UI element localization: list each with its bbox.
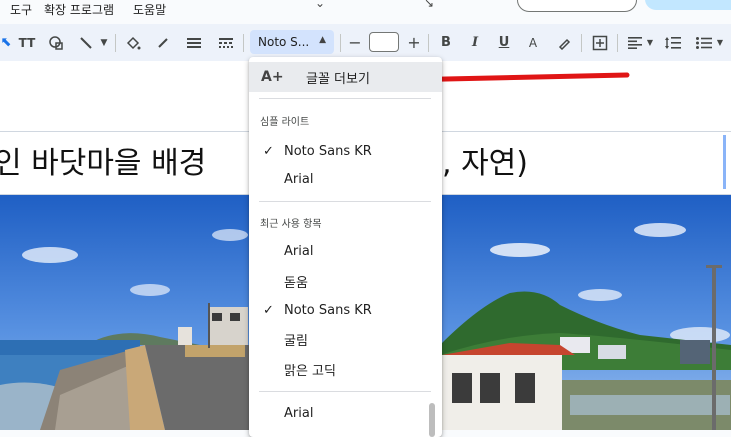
font-item-label: 돋움 <box>284 275 308 291</box>
title-text-right: , 자연) <box>442 146 528 181</box>
font-item-label: Arial <box>284 243 314 259</box>
select-tool-icon[interactable]: ⬉ <box>0 24 12 61</box>
check-icon: ✓ <box>263 302 274 318</box>
font-item-label: 맑은 고딕 <box>284 363 336 379</box>
section-heading: 최근 사용 항목 <box>260 219 322 230</box>
text-color-button[interactable]: A <box>522 24 544 61</box>
toolbar: ⬉ TT ▼ Noto S... ▲ − + B I U A ▼ ▼ <box>0 24 731 61</box>
font-item-label: Arial <box>284 405 314 421</box>
font-item-label: Arial <box>284 171 314 187</box>
font-item-label: Noto Sans KR <box>284 143 372 159</box>
font-menu: A+ 글꼴 더보기 심플 라이트 ✓ Noto Sans KR Arial 최근… <box>249 57 442 437</box>
border-weight-icon[interactable] <box>183 24 205 61</box>
divider <box>428 34 429 52</box>
divider <box>259 201 431 202</box>
scrollbar[interactable] <box>429 403 435 437</box>
shape-icon[interactable] <box>44 24 68 61</box>
share-button[interactable] <box>645 0 731 10</box>
divider <box>617 34 618 52</box>
border-dash-icon[interactable] <box>215 24 237 61</box>
line-spacing-icon[interactable] <box>662 24 684 61</box>
font-size-input[interactable] <box>369 32 399 52</box>
menu-tools[interactable]: 도구 <box>10 1 32 18</box>
more-fonts-label: 글꼴 더보기 <box>306 71 370 87</box>
pen-icon[interactable] <box>152 24 174 61</box>
more-fonts-item[interactable]: A+ 글꼴 더보기 <box>249 62 442 92</box>
history-icon[interactable]: ↘ <box>424 0 434 10</box>
divider <box>115 34 116 52</box>
font-item[interactable]: ✓ Noto Sans KR <box>249 295 442 325</box>
text-style-icon[interactable]: TT <box>16 24 38 61</box>
font-select-label: Noto S... <box>258 35 310 49</box>
increase-font-size-button[interactable]: + <box>404 24 424 61</box>
list-chevron-down-icon[interactable]: ▼ <box>714 24 726 61</box>
font-item[interactable]: Arial <box>249 164 442 194</box>
title-text-left: 인 바닷마을 배경 <box>0 146 207 181</box>
highlight-icon[interactable] <box>553 24 575 61</box>
align-chevron-down-icon[interactable]: ▼ <box>645 24 655 61</box>
section-heading: 심플 라이트 <box>260 117 310 128</box>
bulleted-list-icon[interactable] <box>693 24 715 61</box>
menu-extensions[interactable]: 확장 프로그램 <box>44 1 114 18</box>
font-select[interactable]: Noto S... ▲ <box>250 30 334 54</box>
font-item-label: 굴림 <box>284 333 308 349</box>
underline-button[interactable]: U <box>493 24 515 61</box>
line-chevron-down-icon[interactable]: ▼ <box>98 24 110 61</box>
cloud-status-icon: ⌄ <box>315 0 326 10</box>
line-icon[interactable] <box>75 24 97 61</box>
check-icon: ✓ <box>263 143 274 159</box>
align-icon[interactable] <box>625 24 645 61</box>
divider <box>581 34 582 52</box>
italic-button[interactable]: I <box>464 24 486 61</box>
font-item[interactable]: 맑은 고딕 <box>249 354 442 384</box>
selection-edge <box>723 135 726 189</box>
font-item[interactable]: ✓ Noto Sans KR <box>249 136 442 166</box>
font-item[interactable]: Arial <box>249 398 442 428</box>
divider <box>259 98 431 99</box>
share-outline-button[interactable] <box>517 0 637 12</box>
font-item[interactable]: 굴림 <box>249 324 442 354</box>
menu-help[interactable]: 도움말 <box>133 1 166 18</box>
fill-color-icon[interactable] <box>122 24 144 61</box>
divider <box>340 34 341 52</box>
decrease-font-size-button[interactable]: − <box>345 24 365 61</box>
chevron-down-icon: ▲ <box>319 35 326 45</box>
font-item[interactable]: 돋움 <box>249 266 442 296</box>
bold-button[interactable]: B <box>435 24 457 61</box>
font-item[interactable]: Arial <box>249 236 442 266</box>
divider <box>259 391 431 392</box>
menu-bar: 도구 확장 프로그램 도움말 ⌄ ↘ <box>0 0 731 22</box>
divider <box>243 34 244 52</box>
add-font-icon: A+ <box>261 69 284 85</box>
font-item-label: Noto Sans KR <box>284 302 372 318</box>
insert-box-icon[interactable] <box>589 24 611 61</box>
